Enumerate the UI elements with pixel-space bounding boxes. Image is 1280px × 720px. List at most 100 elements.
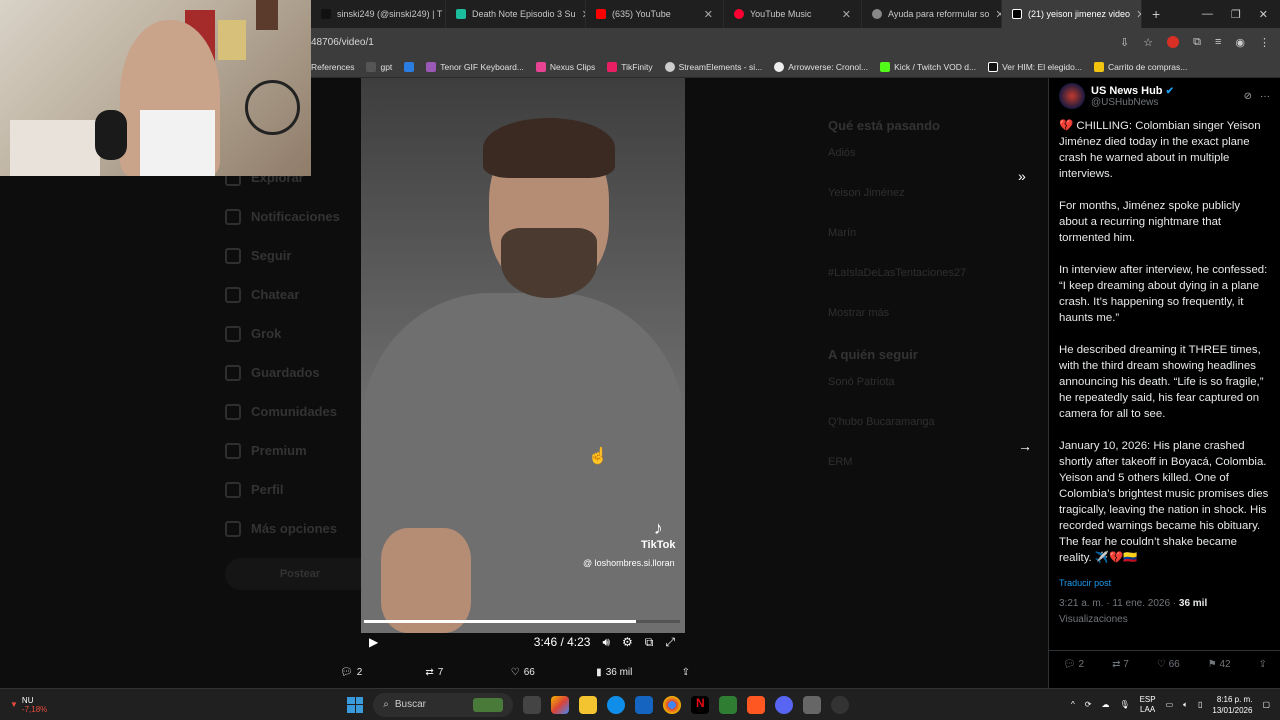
file-explorer-icon[interactable]	[579, 695, 598, 714]
bookmark-item[interactable]: TikFinity	[607, 61, 653, 72]
store-icon[interactable]	[635, 695, 654, 714]
video-frame[interactable]	[361, 78, 685, 633]
clock[interactable]: 8:16 p. m. 13/01/2026	[1212, 694, 1252, 716]
volume-icon[interactable]: 🔊︎	[602, 635, 610, 650]
extensions-puzzle-icon[interactable]: ⧉	[1193, 36, 1201, 49]
netflix-icon[interactable]: N	[691, 695, 710, 714]
follow-suggestion[interactable]: Q'hubo Bucaramanga	[828, 416, 1028, 456]
more-dots-icon[interactable]: ···	[1260, 91, 1270, 102]
edge-icon[interactable]	[607, 695, 626, 714]
url-field[interactable]: 48706/video/1	[311, 37, 374, 48]
bookmark-item[interactable]: Kick / Twitch VOD d...	[880, 61, 976, 72]
expand-sidebar-icon[interactable]: »	[1018, 168, 1026, 184]
menu-dots-icon[interactable]: ⋮	[1259, 36, 1270, 49]
close-icon[interactable]: ✕	[704, 8, 713, 21]
picture-in-picture-icon[interactable]: ⧉	[645, 635, 654, 650]
bookmark-item[interactable]: Ver HIM: El elegido...	[988, 61, 1082, 72]
stock-widget[interactable]: ▼ NU -7,18%	[0, 696, 47, 714]
repost-button[interactable]: ⇄ 7	[425, 667, 510, 678]
like-button[interactable]: ♡ 66	[511, 667, 596, 678]
show-more-link[interactable]: Mostrar más	[828, 307, 1028, 347]
onedrive-icon[interactable]: ☁	[1101, 700, 1109, 709]
bookmark-item[interactable]: gpt	[366, 61, 392, 72]
speaker-icon[interactable]: 🔈︎	[1183, 700, 1188, 710]
author-handle[interactable]: @USHubNews	[1091, 97, 1174, 108]
task-view-icon[interactable]	[523, 695, 542, 714]
nav-item[interactable]: Comunidades	[225, 392, 365, 431]
nav-item[interactable]: Guardados	[225, 353, 365, 392]
close-icon[interactable]: ✕	[995, 8, 1001, 21]
tweet-timestamp[interactable]: 3:21 a. m. · 11 ene. 2026 ·	[1059, 598, 1176, 609]
close-icon[interactable]: ✕	[842, 8, 851, 21]
install-app-icon[interactable]: ⇩	[1120, 36, 1129, 49]
notification-icon[interactable]: ▢	[1262, 700, 1270, 709]
bookmark-item[interactable]: Arrowverse: Cronol...	[774, 61, 868, 72]
sync-icon[interactable]: ⟳	[1085, 700, 1092, 709]
follow-suggestion[interactable]: Sonó Patriota	[828, 376, 1028, 416]
like-button[interactable]: ♡ 66	[1157, 659, 1180, 670]
nav-item[interactable]: Notificaciones	[225, 197, 365, 236]
reading-list-icon[interactable]: ≡	[1215, 36, 1221, 49]
reply-button[interactable]: 💬︎ 2	[340, 667, 425, 678]
grok-icon[interactable]: ⊘	[1244, 91, 1252, 102]
profile-avatar-icon[interactable]: ◉	[1235, 36, 1245, 49]
nav-item[interactable]: Grok	[225, 314, 365, 353]
app-icon[interactable]	[747, 695, 766, 714]
app-icon[interactable]	[719, 695, 738, 714]
mic-icon[interactable]: 🎙︎	[1119, 700, 1129, 709]
bookmark-star-icon[interactable]: ☆	[1143, 36, 1153, 49]
chrome-icon[interactable]	[663, 695, 682, 714]
repost-button[interactable]: ⇄ 7	[1112, 659, 1129, 670]
nav-item[interactable]: Chatear	[225, 275, 365, 314]
settings-gear-icon[interactable]: ⚙	[622, 635, 633, 649]
video-progress-bar[interactable]	[364, 620, 680, 623]
tab-ayuda[interactable]: Ayuda para reformular so ✕	[862, 0, 1002, 28]
battery-icon[interactable]: ▯	[1198, 700, 1202, 709]
tray-chevron-icon[interactable]: ^	[1071, 700, 1075, 709]
share-icon[interactable]: ⇪	[1259, 659, 1267, 670]
trend-item[interactable]: #LaIslaDeLasTentaciones27	[828, 267, 1028, 307]
trend-item[interactable]: Yeison Jiménez	[828, 187, 1028, 227]
reply-button[interactable]: 💬︎ 2	[1063, 659, 1084, 670]
language-indicator[interactable]: ESP LAA	[1140, 695, 1156, 715]
author-name-row[interactable]: US News Hub ✔	[1091, 85, 1174, 97]
share-button[interactable]: ⇪	[682, 667, 710, 678]
play-icon[interactable]: ▶	[369, 635, 378, 649]
tab-death-note[interactable]: Death Note Episodio 3 Su ✕	[446, 0, 586, 28]
copilot-icon[interactable]	[551, 695, 570, 714]
obs-icon[interactable]	[831, 695, 850, 714]
extension-icon[interactable]	[1167, 35, 1180, 48]
tab-yeison-video[interactable]: (21) yeison jimenez video ✕	[1002, 0, 1142, 28]
windows-start-icon[interactable]	[347, 696, 364, 713]
trend-item[interactable]: Adiós	[828, 147, 1028, 187]
bookmark-item[interactable]: L	[404, 61, 415, 72]
nav-item[interactable]: Seguir	[225, 236, 365, 275]
fullscreen-icon[interactable]: ⤢	[665, 635, 675, 650]
trend-item[interactable]: Marín	[828, 227, 1028, 267]
views-button[interactable]: ▮ 36 mil	[596, 667, 681, 678]
discord-icon[interactable]	[775, 695, 794, 714]
post-button[interactable]: Postear	[225, 558, 375, 590]
close-window-icon[interactable]: ✕	[1259, 8, 1268, 21]
next-arrow-icon[interactable]: →	[1018, 438, 1032, 454]
tab-sinski[interactable]: sinski249 (@sinski249) | T ✕	[311, 0, 446, 28]
app-icon[interactable]	[803, 695, 822, 714]
taskbar-search[interactable]: ⌕ Buscar	[373, 692, 514, 717]
bookmark-item[interactable]: Carrito de compras...	[1093, 61, 1187, 72]
new-tab-button[interactable]: +	[1142, 6, 1170, 22]
monitor-icon[interactable]: ▭	[1166, 700, 1174, 709]
translate-link[interactable]: Traducir post	[1049, 578, 1280, 588]
nav-item[interactable]: Perfil	[225, 470, 365, 509]
bookmark-item[interactable]: References	[311, 62, 354, 72]
bookmark-item[interactable]: StreamElements - si...	[664, 61, 762, 72]
minimize-icon[interactable]: —	[1202, 8, 1213, 21]
nav-item[interactable]: Más opciones	[225, 509, 365, 548]
restore-icon[interactable]: ❐	[1231, 8, 1241, 21]
tab-youtube[interactable]: (635) YouTube ✕	[586, 0, 724, 28]
tab-youtube-music[interactable]: YouTube Music ✕	[724, 0, 862, 28]
bookmark-item[interactable]: Tenor GIF Keyboard...	[426, 61, 524, 72]
bookmark-button[interactable]: ⚑ 42	[1208, 659, 1231, 670]
nav-item[interactable]: Premium	[225, 431, 365, 470]
avatar[interactable]	[1059, 83, 1085, 109]
bookmark-item[interactable]: Nexus Clips	[535, 61, 595, 72]
